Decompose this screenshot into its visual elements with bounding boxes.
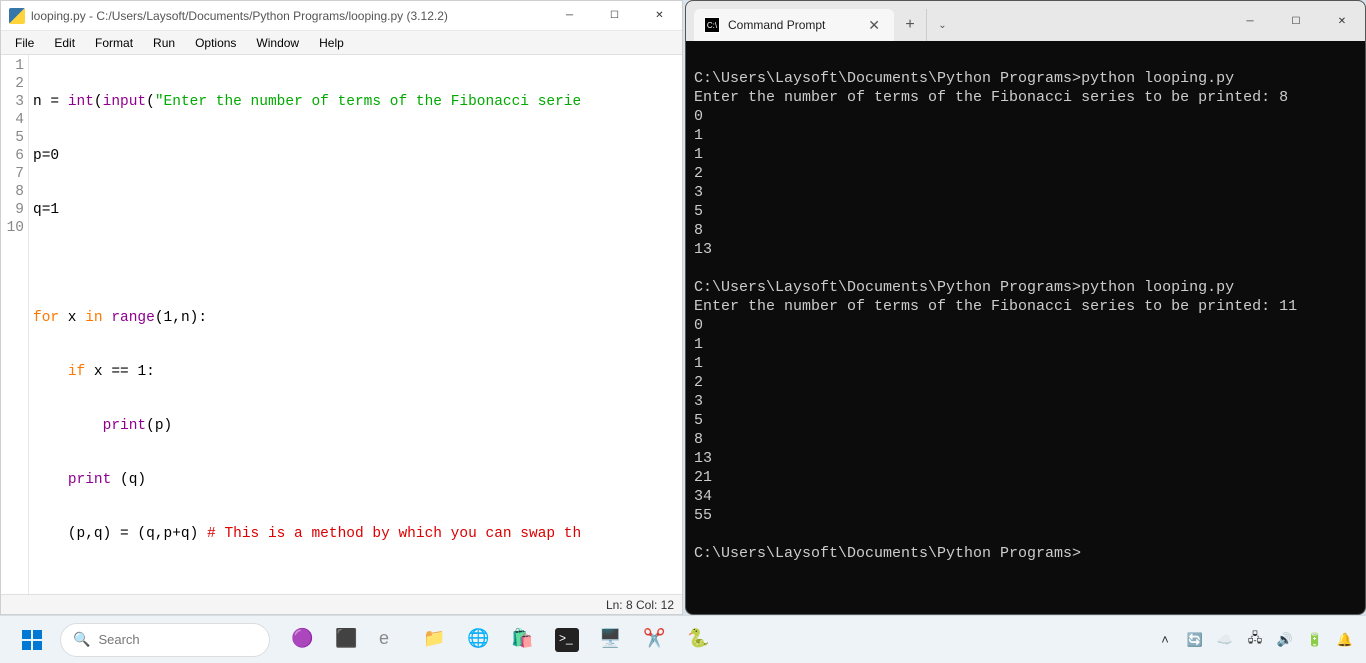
cmd-tab[interactable]: C:\ Command Prompt ✕ [694, 9, 894, 41]
maximize-button[interactable]: ☐ [592, 1, 637, 31]
start-button[interactable] [12, 620, 52, 660]
search-placeholder: Search [98, 632, 139, 647]
python-icon [9, 8, 25, 24]
menu-window[interactable]: Window [246, 34, 309, 52]
code-editor[interactable]: n = int(input("Enter the number of terms… [29, 55, 682, 594]
command-prompt-window: C:\ Command Prompt ✕ + ⌄ ─ ☐ ✕ C:\Users\… [685, 0, 1366, 615]
maximize-button[interactable]: ☐ [1273, 1, 1319, 41]
menu-options[interactable]: Options [185, 34, 246, 52]
sync-icon[interactable]: 🔄 [1186, 631, 1204, 649]
taskbar-search[interactable]: 🔍 Search [60, 623, 270, 657]
line-number: 6 [1, 147, 24, 165]
volume-icon[interactable]: 🔊 [1276, 631, 1294, 649]
menu-edit[interactable]: Edit [44, 34, 85, 52]
taskbar: 🔍 Search 🟣 ⬛ e 📁 🌐 🛍️ >_ 🖥️ ✂️ 🐍 ˄ 🔄 ☁️ … [0, 615, 1366, 663]
edge-icon[interactable]: 🌐 [458, 620, 500, 660]
tab-dropdown-button[interactable]: ⌄ [926, 9, 958, 41]
idle-taskbar-icon[interactable]: 🐍 [678, 620, 720, 660]
line-number: 1 [1, 57, 24, 75]
line-number: 2 [1, 75, 24, 93]
line-number: 8 [1, 183, 24, 201]
line-number-gutter: 1 2 3 4 5 6 7 8 9 10 [1, 55, 29, 594]
taskbar-apps: 🟣 ⬛ e 📁 🌐 🛍️ >_ 🖥️ ✂️ 🐍 [282, 620, 720, 660]
cursor-position: Ln: 8 Col: 12 [606, 598, 674, 612]
microsoft-store-icon[interactable]: 🛍️ [502, 620, 544, 660]
idle-menubar: File Edit Format Run Options Window Help [1, 31, 682, 55]
edge-legacy-icon[interactable]: e [370, 620, 412, 660]
menu-format[interactable]: Format [85, 34, 143, 52]
network-icon[interactable]: 🖧 [1246, 631, 1264, 649]
windows-logo-icon [22, 630, 42, 650]
screen-recorder-icon[interactable]: 🖥️ [590, 620, 632, 660]
line-number: 9 [1, 201, 24, 219]
close-button[interactable]: ✕ [637, 1, 682, 31]
terminal-icon[interactable]: >_ [546, 620, 588, 660]
notifications-icon[interactable]: 🔔 [1336, 631, 1354, 649]
task-view-icon[interactable]: ⬛ [326, 620, 368, 660]
tray-chevron-icon[interactable]: ˄ [1156, 631, 1174, 649]
menu-help[interactable]: Help [309, 34, 354, 52]
minimize-button[interactable]: ─ [1227, 1, 1273, 41]
file-explorer-icon[interactable]: 📁 [414, 620, 456, 660]
minimize-button[interactable]: ─ [547, 1, 592, 31]
cmd-titlebar[interactable]: C:\ Command Prompt ✕ + ⌄ ─ ☐ ✕ [686, 1, 1365, 41]
cmd-tab-close-button[interactable]: ✕ [864, 17, 884, 34]
terminal-output[interactable]: C:\Users\Laysoft\Documents\Python Progra… [686, 41, 1365, 614]
line-number: 3 [1, 93, 24, 111]
new-tab-button[interactable]: + [894, 9, 926, 41]
snipping-tool-icon[interactable]: ✂️ [634, 620, 676, 660]
copilot-icon[interactable]: 🟣 [282, 620, 324, 660]
idle-body: 1 2 3 4 5 6 7 8 9 10 n = int(input("Ente… [1, 55, 682, 594]
search-icon: 🔍 [73, 631, 90, 648]
menu-file[interactable]: File [5, 34, 44, 52]
line-number: 4 [1, 111, 24, 129]
line-number: 10 [1, 219, 24, 237]
menu-run[interactable]: Run [143, 34, 185, 52]
line-number: 7 [1, 165, 24, 183]
onedrive-icon[interactable]: ☁️ [1216, 631, 1234, 649]
idle-editor-window: looping.py - C:/Users/Laysoft/Documents/… [0, 0, 683, 615]
idle-title: looping.py - C:/Users/Laysoft/Documents/… [31, 9, 547, 23]
idle-statusbar: Ln: 8 Col: 12 [1, 594, 682, 614]
system-tray: ˄ 🔄 ☁️ 🖧 🔊 🔋 🔔 [1156, 631, 1354, 649]
cmd-tab-title: Command Prompt [728, 18, 856, 32]
close-button[interactable]: ✕ [1319, 1, 1365, 41]
idle-titlebar[interactable]: looping.py - C:/Users/Laysoft/Documents/… [1, 1, 682, 31]
cmd-icon: C:\ [704, 17, 720, 33]
battery-icon[interactable]: 🔋 [1306, 631, 1324, 649]
line-number: 5 [1, 129, 24, 147]
